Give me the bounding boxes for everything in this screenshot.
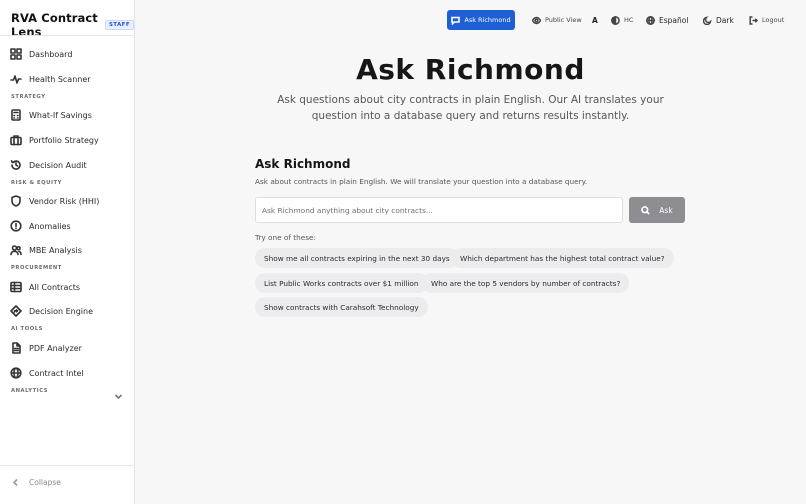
pulse-icon	[10, 73, 22, 85]
section-label-risk-equity: RISK & EQUITY	[11, 180, 63, 186]
sidebar-item-label: What-If Savings	[29, 110, 92, 120]
logout-label: Logout	[762, 16, 785, 24]
sidebar-item-label: Health Scanner	[29, 74, 91, 84]
language-label: Español	[659, 15, 689, 25]
moon-icon	[703, 15, 712, 25]
globe-icon	[10, 367, 22, 379]
theme-label: Dark	[716, 15, 734, 25]
sidebar-item-label: All Contracts	[29, 282, 81, 292]
route-icon	[10, 305, 22, 317]
staff-badge: STAFF	[104, 20, 134, 30]
sidebar-item-portfolio-strategy[interactable]: Portfolio Strategy	[10, 130, 99, 150]
sidebar-item-label: Decision Audit	[29, 160, 87, 170]
collapse-label: Collapse	[29, 478, 61, 487]
sidebar-item-vendor-risk[interactable]: Vendor Risk (HHI)	[10, 191, 99, 211]
suggestion-chip[interactable]: List Public Works contracts over $1 mill…	[255, 273, 428, 293]
sidebar-item-label: Decision Engine	[29, 306, 94, 316]
suggestion-chip[interactable]: Which department has the highest total c…	[451, 248, 674, 268]
ask-richmond-button[interactable]: Ask Richmond	[447, 10, 515, 30]
sidebar: RVA Contract Lens STAFF Dashboard Health…	[0, 0, 135, 504]
shield-icon	[10, 195, 22, 207]
suggestions-label: Try one of these:	[255, 233, 316, 242]
sidebar-item-health-scanner[interactable]: Health Scanner	[10, 69, 91, 89]
panel-description: Ask about contracts in plain English. We…	[255, 177, 588, 186]
ask-submit-label: Ask	[659, 205, 673, 215]
sidebar-item-decision-engine[interactable]: Decision Engine	[10, 301, 93, 321]
panel-title: Ask Richmond	[255, 157, 351, 171]
sidebar-item-what-if-savings[interactable]: What-If Savings	[10, 105, 92, 125]
globe-icon	[646, 15, 655, 25]
suggestion-chip[interactable]: Who are the top 5 vendors by number of c…	[422, 273, 630, 293]
ask-richmond-label: Ask Richmond	[464, 16, 511, 24]
sidebar-item-decision-audit[interactable]: Decision Audit	[10, 155, 87, 175]
contrast-label: HC	[624, 16, 634, 24]
section-label-strategy: STRATEGY	[11, 94, 46, 100]
sidebar-item-label: Portfolio Strategy	[29, 135, 99, 145]
chevron-down-icon[interactable]	[114, 386, 123, 400]
sidebar-item-anomalies[interactable]: Anomalies	[10, 216, 71, 236]
section-label-analytics[interactable]: ANALYTICS	[11, 388, 48, 394]
public-view-button[interactable]: Public View	[532, 13, 582, 27]
sidebar-item-label: PDF Analyzer	[29, 343, 82, 353]
page-title: Ask Richmond	[356, 53, 585, 86]
logout-icon	[749, 15, 758, 25]
topbar: Ask Richmond Public View A HC Español Da…	[135, 0, 806, 40]
suggestion-chip[interactable]: Show contracts with Carahsoft Technology	[255, 297, 428, 317]
sidebar-item-all-contracts[interactable]: All Contracts	[10, 277, 80, 297]
query-input[interactable]	[255, 197, 623, 223]
divider	[0, 465, 134, 466]
section-label-procurement: PROCUREMENT	[11, 265, 62, 271]
divider	[0, 35, 134, 36]
search-icon	[641, 205, 651, 215]
font-size-label: A	[592, 15, 598, 25]
calculator-icon	[10, 109, 22, 121]
history-icon	[10, 159, 22, 171]
font-size-button[interactable]: A	[592, 13, 598, 27]
sidebar-item-pdf-analyzer[interactable]: PDF Analyzer	[10, 338, 82, 358]
chevron-left-icon	[12, 478, 18, 487]
theme-toggle[interactable]: Dark	[703, 13, 734, 27]
sidebar-item-label: Dashboard	[29, 49, 73, 59]
suggestion-chip[interactable]: Show me all contracts expiring in the ne…	[255, 248, 459, 268]
sidebar-item-dashboard[interactable]: Dashboard	[10, 44, 72, 64]
page-subtitle: Ask questions about city contracts in pl…	[277, 94, 664, 122]
grid-icon	[10, 48, 22, 60]
collapse-button[interactable]: Collapse	[11, 478, 61, 487]
sidebar-item-label: Contract Intel	[29, 368, 84, 378]
public-view-label: Public View	[545, 16, 582, 24]
sidebar-item-label: Anomalies	[29, 221, 71, 231]
sidebar-item-mbe-analysis[interactable]: MBE Analysis	[10, 240, 82, 260]
high-contrast-button[interactable]: HC	[611, 13, 633, 27]
contrast-icon	[611, 15, 620, 25]
eye-icon	[532, 16, 541, 24]
sidebar-item-contract-intel[interactable]: Contract Intel	[10, 363, 84, 383]
users-icon	[10, 244, 22, 256]
section-label-ai-tools: AI TOOLS	[11, 326, 43, 332]
table-icon	[10, 281, 22, 293]
document-icon	[10, 342, 22, 354]
logout-button[interactable]: Logout	[749, 13, 784, 27]
language-button[interactable]: Español	[646, 13, 688, 27]
alert-circle-icon	[10, 220, 22, 232]
ask-submit-button[interactable]: Ask	[629, 197, 685, 223]
sidebar-item-label: MBE Analysis	[29, 245, 82, 255]
chat-icon	[451, 16, 461, 25]
sidebar-item-label: Vendor Risk (HHI)	[29, 196, 100, 206]
briefcase-icon	[10, 134, 22, 146]
